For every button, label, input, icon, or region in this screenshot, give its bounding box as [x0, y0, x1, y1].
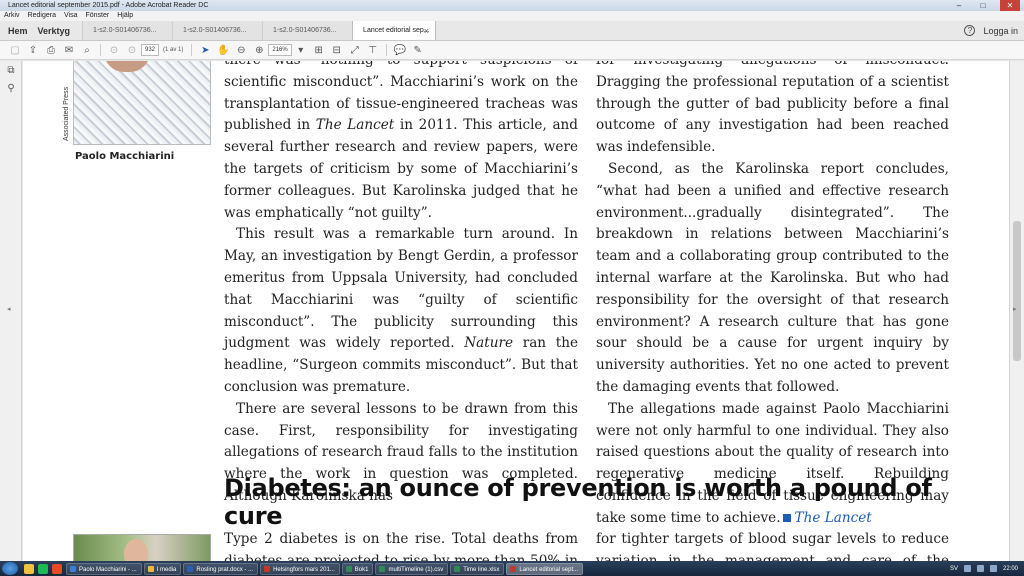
taskbar-items: Paolo Macchiarini - ... I media Rosling pr…: [66, 562, 585, 575]
toolbar: ▢ ⇪ ⎙ ✉ ⌕ ⊙ ⊙ 932 (1 av 1) ➤ ✋ ⊖ ⊕ 216% …: [0, 41, 1024, 60]
login-link[interactable]: Logga in: [983, 26, 1018, 36]
taskbar-item[interactable]: Time line.xlsx: [450, 562, 505, 575]
chevron-down-icon[interactable]: ▾: [292, 42, 310, 58]
taskbar-item[interactable]: Lancet editorial sept...: [506, 562, 584, 575]
document-tab-label: 1-s2.0-S01406736...: [93, 27, 157, 34]
photo-caption: Paolo Macchiarini: [75, 151, 175, 162]
search-icon[interactable]: ⌕: [78, 42, 96, 58]
menu-fonster[interactable]: Fönster: [85, 11, 109, 21]
upload-icon[interactable]: ⇪: [24, 42, 42, 58]
fullscreen-icon[interactable]: ⤢: [346, 42, 364, 58]
menu-bar: Arkiv Redigera Visa Fönster Hjälp: [0, 11, 1024, 21]
article-column-right: for investigating allegations of miscond…: [596, 61, 949, 530]
taskbar-item[interactable]: I media: [143, 562, 182, 575]
document-tab-label: Lancet editorial sep...: [363, 27, 430, 34]
attachments-icon[interactable]: ⚲: [0, 79, 22, 97]
paragraph: for tighter targets of blood sugar level…: [596, 531, 949, 561]
print-icon[interactable]: ⎙: [42, 42, 60, 58]
document-tab-label: 1-s2.0-S01406736...: [183, 27, 247, 34]
taskbar-item[interactable]: Helsingfors mars 201...: [260, 562, 340, 575]
document-tab-label: 1-s2.0-S01406736...: [273, 27, 337, 34]
portrait-face: [104, 61, 150, 72]
article-headline: Diabetes: an ounce of prevention is wort…: [224, 474, 932, 530]
paragraph: for investigating allegations of miscond…: [596, 61, 949, 156]
toolbar-divider: [385, 44, 387, 56]
document-tab[interactable]: 1-s2.0-S01406736...: [262, 21, 353, 40]
article2-column-right: for tighter targets of blood sugar level…: [596, 529, 949, 561]
paragraph: Second, as the Karolinska report conclud…: [596, 160, 949, 395]
tab-tools[interactable]: Verktyg: [34, 21, 83, 40]
tray-icon[interactable]: [976, 565, 984, 572]
tab-bar: Hem Verktyg 1-s2.0-S01406736... 1-s2.0-S…: [0, 21, 1024, 41]
fit-page-icon[interactable]: ⊞: [310, 42, 328, 58]
browser-icon[interactable]: [52, 563, 62, 574]
folder-icon[interactable]: [24, 563, 34, 574]
window-title: Lancet editorial september 2015.pdf - Ad…: [8, 2, 209, 9]
select-cursor-icon[interactable]: ➤: [196, 42, 214, 58]
comment-icon[interactable]: 💬: [391, 42, 409, 58]
window-titlebar: Lancet editorial september 2015.pdf - Ad…: [0, 0, 1024, 11]
portrait-photo-2: [73, 534, 211, 561]
expand-right-panel-icon[interactable]: ▸: [1013, 305, 1017, 313]
language-indicator[interactable]: SV: [950, 566, 958, 572]
scroll-mode-icon[interactable]: ⊟: [328, 42, 346, 58]
page-count: (1 av 1): [163, 47, 184, 53]
document-tab-active[interactable]: Lancet editorial sep... ×: [352, 21, 437, 41]
document-tab[interactable]: 1-s2.0-S01406736...: [82, 21, 173, 40]
paragraph: This result was a remarkable turn around…: [224, 226, 579, 395]
start-button[interactable]: [2, 562, 18, 575]
maximize-button[interactable]: □: [976, 0, 990, 11]
previous-page-icon[interactable]: ⊙: [105, 42, 123, 58]
close-tab-icon[interactable]: ×: [424, 21, 429, 41]
taskbar-item[interactable]: Paolo Macchiarini - ...: [66, 562, 142, 575]
save-icon[interactable]: ▢: [6, 42, 24, 58]
zoom-in-icon[interactable]: ⊕: [250, 42, 268, 58]
clock[interactable]: 22:00: [1003, 566, 1018, 572]
document-tab[interactable]: 1-s2.0-S01406736...: [172, 21, 263, 40]
account-area: ? Logga in: [964, 21, 1024, 40]
article-column-left: there was “nothing to support suspicions…: [224, 61, 578, 508]
taskbar-item[interactable]: multiTimeline (1).csv: [375, 562, 449, 575]
left-navigation-pane: ⧉ ⚲ ◂: [0, 61, 22, 561]
next-page-icon[interactable]: ⊙: [123, 42, 141, 58]
paragraph: there was “nothing to support suspicions…: [224, 61, 579, 221]
expand-panel-icon[interactable]: ◂: [7, 305, 11, 313]
vertical-scrollbar[interactable]: ▸: [1009, 61, 1024, 561]
help-icon[interactable]: ?: [964, 25, 976, 36]
zoom-level-select[interactable]: 216%: [268, 44, 292, 56]
spotify-icon[interactable]: [38, 563, 48, 574]
close-window-button[interactable]: ✕: [1000, 0, 1020, 11]
zoom-out-icon[interactable]: ⊖: [232, 42, 250, 58]
page-thumbnails-icon[interactable]: ⧉: [0, 61, 22, 79]
taskbar-item[interactable]: Bok1: [341, 562, 374, 575]
volume-icon[interactable]: [989, 565, 997, 572]
photo-credit: Associated Press: [63, 86, 70, 141]
email-icon[interactable]: ✉: [60, 42, 78, 58]
os-taskbar: Paolo Macchiarini - ... I media Rosling pr…: [0, 561, 1024, 576]
highlight-pen-icon[interactable]: ✎: [409, 42, 427, 58]
portrait-face: [124, 539, 148, 561]
hand-tool-icon[interactable]: ✋: [214, 42, 232, 58]
toolbar-divider: [191, 44, 193, 56]
document-view[interactable]: Associated Press Paolo Macchiarini there…: [23, 61, 1009, 561]
taskbar-item[interactable]: Rosling prat.docx - ...: [183, 562, 259, 575]
menu-arkiv[interactable]: Arkiv: [4, 11, 20, 21]
paragraph: Type 2 diabetes is on the rise. Total de…: [224, 531, 578, 561]
tray-icon[interactable]: [963, 565, 971, 572]
system-tray: SV 22:00: [950, 565, 1024, 572]
toolbar-divider: [100, 44, 101, 56]
read-mode-icon[interactable]: ⊤: [364, 42, 382, 58]
window-controls: – □ ✕: [952, 0, 1020, 11]
portrait-photo: [73, 61, 211, 145]
menu-visa[interactable]: Visa: [64, 11, 78, 21]
minimize-button[interactable]: –: [952, 0, 966, 11]
scrollbar-thumb[interactable]: [1013, 221, 1021, 361]
article2-column-left: Type 2 diabetes is on the rise. Total de…: [224, 529, 578, 561]
menu-hjalp[interactable]: Hjälp: [117, 11, 133, 21]
menu-redigera[interactable]: Redigera: [28, 11, 56, 21]
tab-home[interactable]: Hem: [0, 21, 34, 40]
page-number-input[interactable]: 932: [141, 44, 160, 56]
